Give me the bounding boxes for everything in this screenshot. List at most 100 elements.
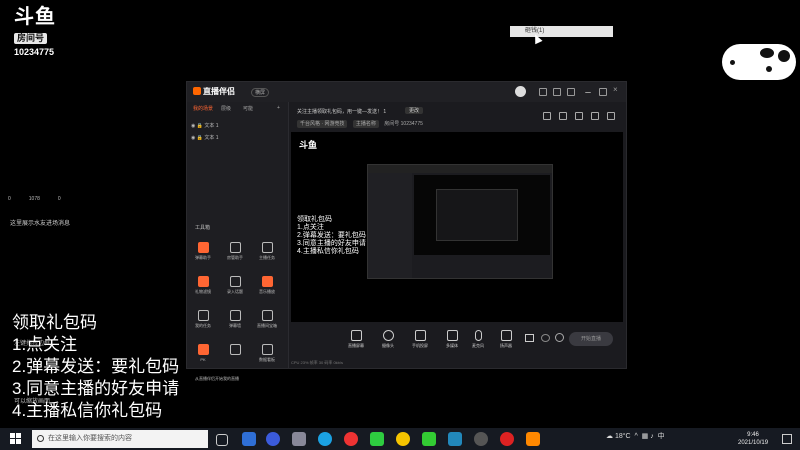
temperature: 18°C <box>614 433 631 440</box>
media-icon <box>446 330 458 341</box>
tool-filter[interactable]: 礼物滤镜 <box>193 276 213 295</box>
tab-scenes[interactable]: 我的场景 <box>193 105 213 112</box>
message-icon[interactable] <box>539 88 547 96</box>
screen-icon <box>350 330 362 341</box>
add-scene-icon[interactable]: + <box>277 105 280 111</box>
app-blue-icon[interactable] <box>242 432 256 446</box>
app-l-icon[interactable] <box>266 432 280 446</box>
tool-wall[interactable]: 弹幕墙 <box>225 310 245 329</box>
tool-danmu[interactable]: 弹幕助手 <box>193 242 213 261</box>
music-icon <box>261 276 273 287</box>
nested-left-panel <box>368 173 412 278</box>
brand-text: 直播伴侣 <box>203 87 235 96</box>
app-gray-icon[interactable] <box>292 432 306 446</box>
room-badge: 房间号 <box>14 33 48 44</box>
trash-icon[interactable] <box>543 112 551 120</box>
close-icon[interactable]: × <box>613 85 618 94</box>
tool-mytask[interactable]: 我的任务 <box>193 310 213 329</box>
record-icon[interactable] <box>525 334 534 342</box>
tool-task[interactable]: 主播任务 <box>257 242 277 261</box>
tool-dashboard[interactable]: 数据看板 <box>257 344 277 363</box>
danmu-icon <box>197 242 209 253</box>
bell-icon[interactable] <box>591 112 599 120</box>
app-gear-icon[interactable] <box>474 432 488 446</box>
screen-button[interactable]: 直播屏幕 <box>345 330 367 349</box>
tool-chest[interactable]: 直播间宝箱 <box>257 310 277 329</box>
tool-music[interactable]: 音乐播放 <box>257 276 277 295</box>
title-bar: 直播伴侣 横屏 × <box>187 82 626 102</box>
nested-title-bar <box>368 165 552 173</box>
avatar[interactable] <box>515 86 526 97</box>
time: 9:46 <box>747 432 759 438</box>
app-orange-icon[interactable] <box>526 432 540 446</box>
douyu-logo: 斗鱼 房间号 10234775 <box>14 6 64 57</box>
netease-music-icon[interactable] <box>500 432 514 446</box>
edge-icon[interactable] <box>318 432 332 446</box>
tool-blank[interactable] <box>225 344 245 357</box>
copy-icon[interactable] <box>575 112 583 120</box>
play-store-icon[interactable] <box>448 432 462 446</box>
wall-icon <box>229 310 241 321</box>
lock-icon[interactable] <box>559 112 567 120</box>
chest-icon <box>261 310 273 321</box>
nested-inner-capture <box>436 189 518 241</box>
streamer-chip[interactable]: 主播名称 <box>352 120 379 128</box>
settings-icon[interactable] <box>555 333 564 342</box>
minimize-icon[interactable] <box>585 88 591 93</box>
toolbox-label: 工具箱 <box>195 225 211 231</box>
speaker-button[interactable]: 扬声器 <box>495 330 517 349</box>
scene-label: 文本 1 <box>204 123 219 129</box>
wifi-icon: ▦ <box>641 433 649 440</box>
settings-icon[interactable] <box>567 88 575 96</box>
orientation-toggle[interactable]: 横屏 <box>251 88 270 97</box>
notice-text: 关注主播领取礼包码，用一键—发送！ 1 <box>297 109 387 115</box>
maximize-icon[interactable] <box>599 88 607 96</box>
top-text-input[interactable]: 砸钱(1) <box>510 26 613 37</box>
pk-icon <box>197 344 209 355</box>
streaming-app-window: 直播伴侣 横屏 × 我的场景 层级 可能 + ◉ 🔒 文本 1 ◉ 🔒 文本 1… <box>186 81 627 381</box>
chrome-icon[interactable] <box>344 432 358 446</box>
stream-preview[interactable]: 斗鱼 领取礼包码 1.点关注 2.弹幕发送：要礼包码 3.同意主播的好友申请 4… <box>291 132 623 322</box>
media-button[interactable]: 多媒体 <box>441 330 463 349</box>
notice-edit-button[interactable]: 更改 <box>405 107 424 114</box>
panda-sticker-icon <box>722 44 796 80</box>
preview-instructions: 领取礼包码 1.点关注 2.弹幕发送：要礼包码 3.同意主播的好友申请 4.主播… <box>297 216 366 255</box>
tab-other[interactable]: 可能 <box>243 105 253 112</box>
tool-pk[interactable]: PK <box>193 344 213 362</box>
pane-footer: 从直播伴侣开始我的直播 <box>195 376 239 381</box>
scene-item[interactable]: ◉ 🔒 文本 1 <box>191 122 219 129</box>
gift-icon[interactable] <box>553 88 561 96</box>
tool-topic[interactable]: 录入话题 <box>225 276 245 295</box>
task-view-icon[interactable] <box>216 434 228 446</box>
camera-button[interactable]: 摄像头 <box>377 330 399 349</box>
tool-admin[interactable]: 房管助手 <box>225 242 245 261</box>
clock[interactable]: 9:46 2021/10/19 <box>738 431 768 447</box>
system-tray[interactable]: ☁ 18°C ^ ▦ ♪ 中 <box>606 431 665 441</box>
eye-icon[interactable] <box>541 334 550 342</box>
notifications-icon[interactable] <box>782 434 792 444</box>
app-yellow-icon[interactable] <box>396 432 410 446</box>
start-live-button[interactable]: 开始直播 <box>569 332 613 346</box>
mic-button[interactable]: 麦克风 <box>467 330 489 349</box>
share-icon[interactable] <box>607 112 615 120</box>
scene-item[interactable]: ◉ 🔒 文本 1 <box>191 134 219 141</box>
nested-preview <box>414 175 550 255</box>
room-number: 10234775 <box>14 47 55 57</box>
phone-icon <box>414 330 426 341</box>
stat-b: 1078 <box>28 196 40 202</box>
mic-icon <box>474 330 482 341</box>
phone-cast-button[interactable]: 手机投屏 <box>409 330 431 349</box>
app-green-icon[interactable] <box>422 432 436 446</box>
status-line: CPU 23% 帧率 30 码率 0kb/s <box>291 360 344 365</box>
taskbar: 在这里输入你要搜索的内容 ☁ 18°C ^ ▦ ♪ 中 9:46 2021/10… <box>0 428 800 450</box>
nested-app-capture <box>367 164 553 279</box>
tab-layers[interactable]: 层级 <box>221 105 231 112</box>
ime-indicator[interactable]: 中 <box>658 433 665 440</box>
volume-icon: ♪ <box>650 433 654 440</box>
search-placeholder: 在这里输入你要搜索的内容 <box>48 435 132 442</box>
stream-stats: 0 1078 0 <box>8 196 128 202</box>
category-chip[interactable]: 千台风格 · 网游竞技 <box>297 120 348 128</box>
wechat-icon[interactable] <box>370 432 384 446</box>
taskbar-search-input[interactable]: 在这里输入你要搜索的内容 <box>32 430 208 448</box>
windows-start-icon[interactable] <box>10 433 22 445</box>
